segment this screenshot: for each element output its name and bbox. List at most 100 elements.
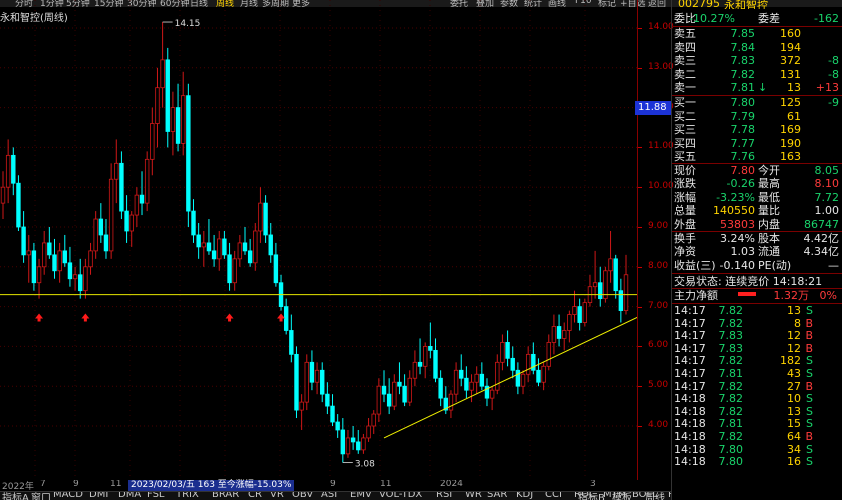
tick-time: 14:18 [674, 417, 706, 431]
level-price: 7.77 [730, 136, 756, 150]
tick-time: 14:17 [674, 367, 706, 380]
tick-price: 7.82 [718, 379, 744, 393]
tick-price: 7.82 [718, 430, 744, 443]
candle-down [206, 242, 212, 252]
candle-up [567, 314, 572, 331]
stock-name: 永和智控 [724, 0, 768, 9]
indicator-tab[interactable]: 模板 [612, 492, 632, 500]
level-label: 买四 [674, 136, 696, 150]
tick-volume: 16 [787, 455, 801, 469]
tick-volume: 15 [787, 417, 801, 431]
candle-up [144, 158, 150, 204]
cursor-info-bar: 2023/02/03/五 163 至今涨幅-15.03% [128, 480, 295, 491]
candle-down [52, 254, 57, 272]
candle-down [438, 377, 443, 399]
candle-down [397, 381, 402, 387]
tick-row: 14:18 7.82 13 S [672, 405, 842, 418]
tick-side: B [805, 341, 813, 355]
indicator-tab[interactable]: OBV [292, 492, 313, 500]
indicator-tab[interactable]: MACD [53, 492, 83, 500]
date-tick: 11 [380, 480, 392, 489]
tick-side: S [806, 367, 813, 380]
stat-value: 86747 [804, 217, 839, 231]
indicator-tabs[interactable]: 指标A 窗口 MACD DMI DMA FSL TRIX BRAR CR VR OBV ASI EMV V… [0, 491, 671, 500]
tick-row: 14:17 7.82 182 S [672, 354, 842, 367]
stat-label: 股本 [758, 232, 780, 245]
indicator-tab[interactable]: 指标B [578, 492, 605, 500]
tick-time: 14:17 [674, 304, 706, 317]
candle-up [525, 353, 531, 375]
candle-up [448, 393, 454, 411]
stat-row: 涨跌 -0.26 最高 8.10 [672, 177, 842, 190]
tick-row: 14:18 7.82 64 B [672, 430, 842, 443]
candle-up [5, 154, 11, 188]
candle-down [515, 369, 521, 387]
tick-price: 7.80 [718, 442, 744, 456]
order-ratio-row: 委比 -10.27% 委差 -162 [672, 12, 842, 25]
stat-value: 4.34亿 [803, 245, 840, 259]
candle-up [26, 250, 31, 256]
indicator-tab[interactable]: BRAR [212, 492, 239, 500]
level-price: 7.79 [730, 109, 756, 123]
indicator-tab[interactable]: RSI [436, 492, 452, 500]
indicator-tab[interactable]: KDJ [516, 492, 533, 500]
ask-row: 卖五 7.85 160 [672, 27, 842, 40]
candle-down [263, 202, 268, 236]
indicator-tab[interactable]: SAR [487, 492, 507, 500]
indicator-tab[interactable]: DMI [89, 492, 108, 500]
ratio-value: -10.27% [689, 12, 735, 25]
level-volume: 190 [780, 136, 801, 150]
level-price: 7.83 [730, 54, 756, 68]
date-tick: 9 [330, 480, 336, 489]
tick-price: 7.81 [718, 367, 744, 380]
stat-value: 8.10 [814, 177, 840, 191]
candle-up [41, 242, 47, 268]
tick-row: 14:18 7.81 15 S [672, 417, 842, 430]
stat-label: 净资 [674, 245, 696, 259]
indicator-tab[interactable]: WR [465, 492, 482, 500]
indicator-tab[interactable]: TRIX [176, 492, 199, 500]
tick-price: 7.83 [718, 329, 744, 343]
candle-down [402, 385, 407, 403]
kline-chart[interactable]: 14.15 3.08 [0, 0, 637, 480]
candle-down [67, 262, 73, 280]
candle-down [464, 377, 469, 391]
indicator-tab[interactable]: EMV [350, 492, 372, 500]
candle-down [309, 361, 315, 383]
candle-down [613, 258, 618, 292]
level-price: 7.82 [730, 67, 756, 81]
indicator-tab[interactable]: FSL [147, 492, 165, 500]
tick-row: 14:17 7.83 12 B [672, 342, 842, 355]
tick-time: 14:17 [674, 379, 706, 393]
indicator-tab[interactable]: 窗口 [31, 492, 51, 500]
candle-down [479, 373, 485, 387]
candle-up [258, 202, 263, 232]
indicator-tab[interactable]: VR [270, 492, 284, 500]
ask-row: 卖四 7.84 194 [672, 41, 842, 54]
level-volume: 194 [780, 40, 801, 54]
indicator-tab[interactable]: CR [248, 492, 262, 500]
candle-down [459, 369, 464, 379]
candle-down [165, 59, 170, 132]
trade-status-row: 交易状态: 连续竞价 14:18:21 [672, 275, 842, 288]
candle-up [623, 274, 629, 311]
indicator-tab[interactable]: DMA [118, 492, 141, 500]
tick-side: S [806, 417, 813, 431]
level-label: 买五 [674, 150, 696, 164]
indicator-tab[interactable]: 指标A [2, 492, 29, 500]
candle-down [356, 441, 361, 451]
level-label: 卖一 [674, 81, 696, 95]
tick-time: 14:17 [674, 329, 706, 343]
tick-side: S [806, 304, 813, 317]
level-change: -9 [828, 96, 839, 109]
candle-down [618, 290, 624, 311]
tick-time: 14:17 [674, 354, 706, 368]
candle-down [139, 194, 145, 204]
candle-up [546, 342, 551, 367]
indicator-tab[interactable]: CCI [545, 492, 562, 500]
candle-down [320, 369, 325, 395]
indicator-tab[interactable]: VOL-TDX [379, 492, 422, 500]
indicator-tab[interactable]: ASI [321, 492, 337, 500]
tick-price: 7.83 [718, 341, 744, 355]
level-volume: 125 [780, 96, 801, 109]
